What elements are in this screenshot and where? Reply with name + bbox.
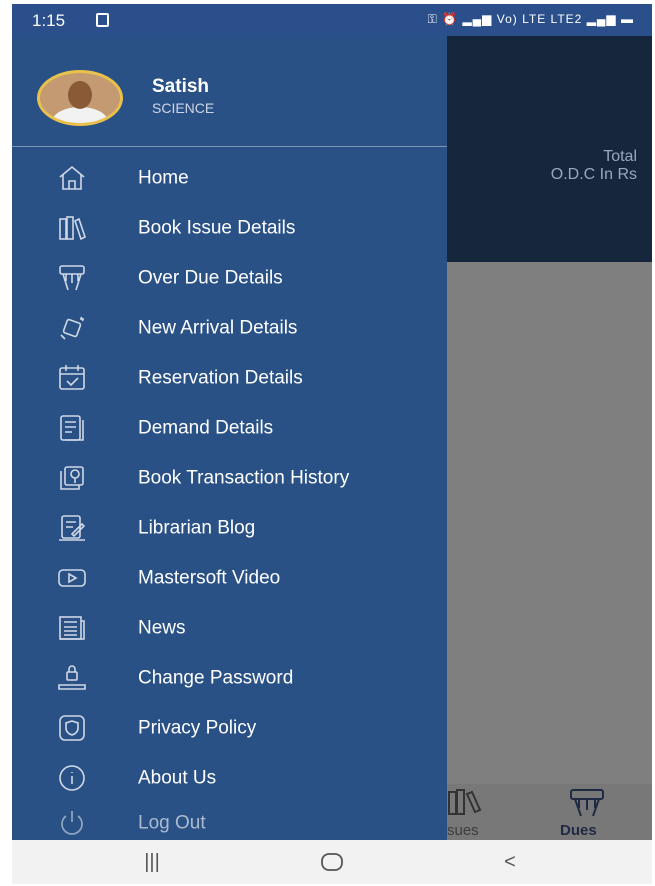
background-bottom-nav: sues Dues: [447, 784, 652, 840]
sim-icon: [96, 13, 109, 27]
list-document-icon: [50, 411, 94, 445]
home-button-icon[interactable]: [302, 848, 362, 876]
overdue-icon: [570, 789, 604, 817]
nav-issues-label[interactable]: sues: [447, 822, 479, 839]
menu-item-label: Book Issue Details: [138, 217, 296, 239]
blog-icon: [50, 511, 94, 545]
odc-label: O.D.C In Rs: [550, 166, 637, 183]
key-icon: ⚿: [427, 12, 438, 26]
shield-icon: [50, 711, 94, 745]
status-indicators: ⚿ ⏰ ▂▄▆ Vo) LTE LTE2 ▂▄▆ ▬: [428, 12, 634, 27]
menu-item-label: Change Password: [138, 667, 294, 689]
status-bar: 1:15 ⚿ ⏰ ▂▄▆ Vo) LTE LTE2 ▂▄▆ ▬: [12, 4, 652, 36]
signal-2-icon: ▂▄▆: [586, 12, 617, 26]
background-content: [447, 262, 652, 784]
menu-item-label: Over Due Details: [138, 267, 283, 289]
recent-apps-icon[interactable]: |||: [122, 848, 182, 876]
menu-item-reservation[interactable]: Reservation Details: [12, 355, 447, 401]
signal-icon: ▂▄▆: [462, 12, 493, 26]
avatar: [37, 70, 123, 126]
drawer-menu: Home Book Issue Details Over Due Details…: [12, 152, 447, 840]
new-arrival-icon: [50, 311, 94, 345]
newspaper-icon: [50, 611, 94, 645]
lock-icon: [50, 661, 94, 695]
profile-department: SCIENCE: [152, 100, 215, 116]
menu-item-privacy-policy[interactable]: Privacy Policy: [12, 705, 447, 751]
menu-item-label: Mastersoft Video: [138, 567, 281, 589]
books-icon: [50, 211, 94, 245]
menu-item-news[interactable]: News: [12, 605, 447, 651]
menu-item-about-us[interactable]: About Us: [12, 755, 447, 801]
menu-item-label: Librarian Blog: [138, 517, 256, 539]
menu-item-label: Reservation Details: [138, 367, 303, 389]
back-icon[interactable]: <: [480, 848, 540, 876]
menu-item-label: About Us: [138, 767, 217, 789]
total-label: Total: [603, 148, 637, 165]
divider: [12, 146, 447, 147]
video-play-icon: [50, 561, 94, 595]
menu-item-home[interactable]: Home: [12, 155, 447, 201]
navigation-drawer: Satish SCIENCE Home Book Issue Details O…: [12, 36, 447, 840]
menu-item-change-password[interactable]: Change Password: [12, 655, 447, 701]
menu-item-label: New Arrival Details: [138, 317, 298, 339]
menu-item-label: News: [138, 617, 186, 639]
battery-icon: ▬: [621, 12, 634, 26]
profile-header[interactable]: Satish SCIENCE: [12, 36, 447, 144]
nav-dues-label[interactable]: Dues: [560, 822, 597, 839]
menu-item-book-issue[interactable]: Book Issue Details: [12, 205, 447, 251]
alarm-icon: ⏰: [442, 12, 459, 26]
system-navigation-bar: ||| <: [12, 840, 652, 884]
menu-item-log-out[interactable]: Log Out: [12, 800, 447, 840]
total-odc: Total O.D.C In Rs: [447, 148, 637, 184]
menu-item-label: Privacy Policy: [138, 717, 257, 739]
calendar-check-icon: [50, 361, 94, 395]
books-icon: [448, 789, 482, 815]
profile-name: Satish: [152, 76, 210, 97]
home-icon: [50, 161, 94, 195]
menu-item-new-arrival[interactable]: New Arrival Details: [12, 305, 447, 351]
menu-item-label: Log Out: [138, 812, 206, 834]
phone-screen: 1:15 ⚿ ⏰ ▂▄▆ Vo) LTE LTE2 ▂▄▆ ▬ Total O.…: [12, 4, 652, 884]
menu-item-demand[interactable]: Demand Details: [12, 405, 447, 451]
menu-item-book-transaction[interactable]: Book Transaction History: [12, 455, 447, 501]
menu-item-label: Book Transaction History: [138, 467, 350, 489]
book-history-icon: [50, 461, 94, 495]
info-icon: [50, 761, 94, 795]
power-icon: [50, 806, 94, 840]
menu-item-librarian-blog[interactable]: Librarian Blog: [12, 505, 447, 551]
menu-item-label: Home: [138, 167, 189, 189]
network-label: Vo) LTE LTE2: [496, 12, 583, 26]
overdue-icon: [50, 261, 94, 295]
menu-item-label: Demand Details: [138, 417, 274, 439]
status-time: 1:15: [32, 11, 66, 30]
menu-item-mastersoft-video[interactable]: Mastersoft Video: [12, 555, 447, 601]
menu-item-over-due[interactable]: Over Due Details: [12, 255, 447, 301]
